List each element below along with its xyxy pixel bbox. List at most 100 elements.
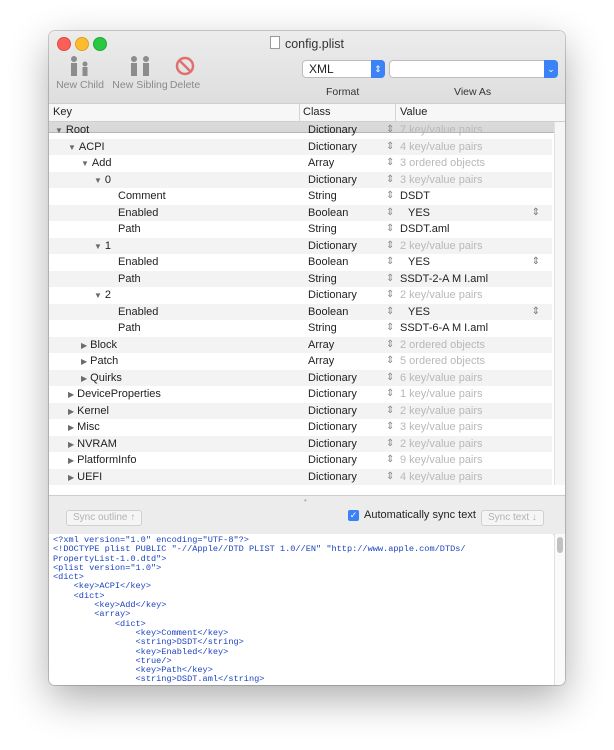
class-stepper-icon[interactable]: ⇕ <box>386 238 394 255</box>
value-cell[interactable]: 2 key/value pairs <box>400 287 483 304</box>
class-cell[interactable]: Boolean <box>308 205 348 222</box>
value-cell[interactable]: 3 key/value pairs <box>400 419 483 436</box>
outline-row[interactable]: ▼ 2 Dictionary ⇕ 2 key/value pairs <box>49 287 552 304</box>
value-cell[interactable]: 2 key/value pairs <box>400 403 483 420</box>
column-divider[interactable] <box>299 104 300 121</box>
boolean-popup-icon[interactable]: ⇕ <box>532 304 540 321</box>
column-key-header[interactable]: Key <box>53 106 72 118</box>
disclosure-open-icon[interactable]: ▼ <box>81 159 89 168</box>
outline-row[interactable]: ▼ 1 Dictionary ⇕ 2 key/value pairs <box>49 237 552 255</box>
disclosure-closed-icon[interactable]: ▶ <box>68 456 74 465</box>
delete-button[interactable]: Delete <box>168 55 202 91</box>
value-cell[interactable]: SSDT-2-A M I.aml <box>400 271 488 288</box>
value-cell[interactable]: DSDT <box>400 188 430 205</box>
class-stepper-icon[interactable]: ⇕ <box>386 419 394 436</box>
disclosure-closed-icon[interactable]: ▶ <box>68 390 74 399</box>
split-handle[interactable]: • <box>304 496 307 505</box>
column-value-header[interactable]: Value <box>400 106 427 118</box>
class-cell[interactable]: Dictionary <box>308 122 357 139</box>
scroll-thumb[interactable] <box>557 537 563 553</box>
class-stepper-icon[interactable]: ⇕ <box>386 287 394 304</box>
outline-row[interactable]: Path String ⇕ SSDT-6-A M I.aml <box>49 320 552 337</box>
class-stepper-icon[interactable]: ⇕ <box>386 452 394 469</box>
value-cell[interactable]: 2 ordered objects <box>400 337 485 354</box>
disclosure-closed-icon[interactable]: ▶ <box>68 407 74 416</box>
outline-row[interactable]: Enabled Boolean ⇕ YES ⇕ <box>49 254 552 271</box>
auto-sync-checkbox[interactable]: ✓ <box>348 510 359 521</box>
class-stepper-icon[interactable]: ⇕ <box>386 386 394 403</box>
outline-row[interactable]: Path String ⇕ DSDT.aml <box>49 221 552 238</box>
class-cell[interactable]: Dictionary <box>308 386 357 403</box>
outline-row[interactable]: ▶ UEFI Dictionary ⇕ 4 key/value pairs <box>49 468 552 486</box>
disclosure-open-icon[interactable]: ▼ <box>94 291 102 300</box>
class-stepper-icon[interactable]: ⇕ <box>386 271 394 288</box>
class-stepper-icon[interactable]: ⇕ <box>386 337 394 354</box>
value-cell[interactable]: 2 key/value pairs <box>400 436 483 453</box>
disclosure-open-icon[interactable]: ▼ <box>94 176 102 185</box>
outline-row[interactable]: ▼ Root Dictionary ⇕ 7 key/value pairs <box>49 122 552 139</box>
sync-text-button[interactable]: Sync text ↓ <box>481 510 544 526</box>
outline-row[interactable]: ▶ Misc Dictionary ⇕ 3 key/value pairs <box>49 419 552 436</box>
class-cell[interactable]: Dictionary <box>308 238 357 255</box>
disclosure-closed-icon[interactable]: ▶ <box>68 423 74 432</box>
outline-row[interactable]: ▼ 0 Dictionary ⇕ 3 key/value pairs <box>49 171 552 189</box>
class-stepper-icon[interactable]: ⇕ <box>386 139 394 156</box>
value-cell[interactable]: 4 key/value pairs <box>400 469 483 486</box>
disclosure-closed-icon[interactable]: ▶ <box>68 473 74 482</box>
outline-row[interactable]: ▶ Patch Array ⇕ 5 ordered objects <box>49 353 552 370</box>
plist-outline-view[interactable]: ▼ Root Dictionary ⇕ 7 key/value pairs ▼ ACPI Di… <box>49 122 552 485</box>
outline-row[interactable]: Path String ⇕ SSDT-2-A M I.aml <box>49 270 552 288</box>
class-cell[interactable]: Dictionary <box>308 419 357 436</box>
class-cell[interactable]: String <box>308 271 337 288</box>
value-cell[interactable]: YES <box>408 205 430 222</box>
value-cell[interactable]: 3 ordered objects <box>400 155 485 172</box>
value-cell[interactable]: 1 key/value pairs <box>400 386 483 403</box>
value-cell[interactable]: 3 key/value pairs <box>400 172 483 189</box>
value-cell[interactable]: DSDT.aml <box>400 221 450 238</box>
class-stepper-icon[interactable]: ⇕ <box>386 254 394 271</box>
class-cell[interactable]: Array <box>308 155 334 172</box>
class-stepper-icon[interactable]: ⇕ <box>386 221 394 238</box>
view-as-select[interactable]: ⌄ <box>389 60 558 78</box>
format-select[interactable]: XML ⇕ <box>302 60 385 78</box>
class-stepper-icon[interactable]: ⇕ <box>386 353 394 370</box>
class-cell[interactable]: Boolean <box>308 254 348 271</box>
class-stepper-icon[interactable]: ⇕ <box>386 205 394 222</box>
disclosure-closed-icon[interactable]: ▶ <box>81 357 87 366</box>
new-sibling-button[interactable]: New Sibling <box>108 55 172 91</box>
outline-row[interactable]: ▼ Add Array ⇕ 3 ordered objects <box>49 155 552 172</box>
boolean-popup-icon[interactable]: ⇕ <box>532 205 540 222</box>
class-stepper-icon[interactable]: ⇕ <box>386 172 394 189</box>
class-cell[interactable]: Dictionary <box>308 370 357 387</box>
class-stepper-icon[interactable]: ⇕ <box>386 122 394 139</box>
class-cell[interactable]: Array <box>308 337 334 354</box>
column-divider[interactable] <box>395 104 396 121</box>
outline-row[interactable]: ▶ PlatformInfo Dictionary ⇕ 9 key/value pair… <box>49 452 552 469</box>
outline-row[interactable]: Comment String ⇕ DSDT <box>49 188 552 205</box>
class-cell[interactable]: Dictionary <box>308 469 357 486</box>
disclosure-open-icon[interactable]: ▼ <box>68 143 76 152</box>
class-stepper-icon[interactable]: ⇕ <box>386 403 394 420</box>
outline-row[interactable]: Enabled Boolean ⇕ YES ⇕ <box>49 303 552 321</box>
disclosure-open-icon[interactable]: ▼ <box>94 242 102 251</box>
disclosure-open-icon[interactable]: ▼ <box>55 126 63 135</box>
value-cell[interactable]: YES <box>408 254 430 271</box>
value-cell[interactable]: 2 key/value pairs <box>400 238 483 255</box>
column-class-header[interactable]: Class <box>303 106 331 118</box>
outline-row[interactable]: ▶ NVRAM Dictionary ⇕ 2 key/value pairs <box>49 435 552 453</box>
value-cell[interactable]: SSDT-6-A M I.aml <box>400 320 488 337</box>
value-cell[interactable]: YES <box>408 304 430 321</box>
class-cell[interactable]: String <box>308 221 337 238</box>
boolean-popup-icon[interactable]: ⇕ <box>532 254 540 271</box>
class-cell[interactable]: String <box>308 188 337 205</box>
new-child-button[interactable]: New Child <box>52 55 108 91</box>
class-stepper-icon[interactable]: ⇕ <box>386 320 394 337</box>
outline-scrollbar[interactable] <box>554 122 565 485</box>
class-stepper-icon[interactable]: ⇕ <box>386 469 394 486</box>
class-cell[interactable]: Dictionary <box>308 139 357 156</box>
disclosure-closed-icon[interactable]: ▶ <box>81 374 87 383</box>
class-cell[interactable]: Dictionary <box>308 172 357 189</box>
value-cell[interactable]: 5 ordered objects <box>400 353 485 370</box>
class-cell[interactable]: Dictionary <box>308 436 357 453</box>
outline-row[interactable]: ▶ Block Array ⇕ 2 ordered objects <box>49 336 552 354</box>
